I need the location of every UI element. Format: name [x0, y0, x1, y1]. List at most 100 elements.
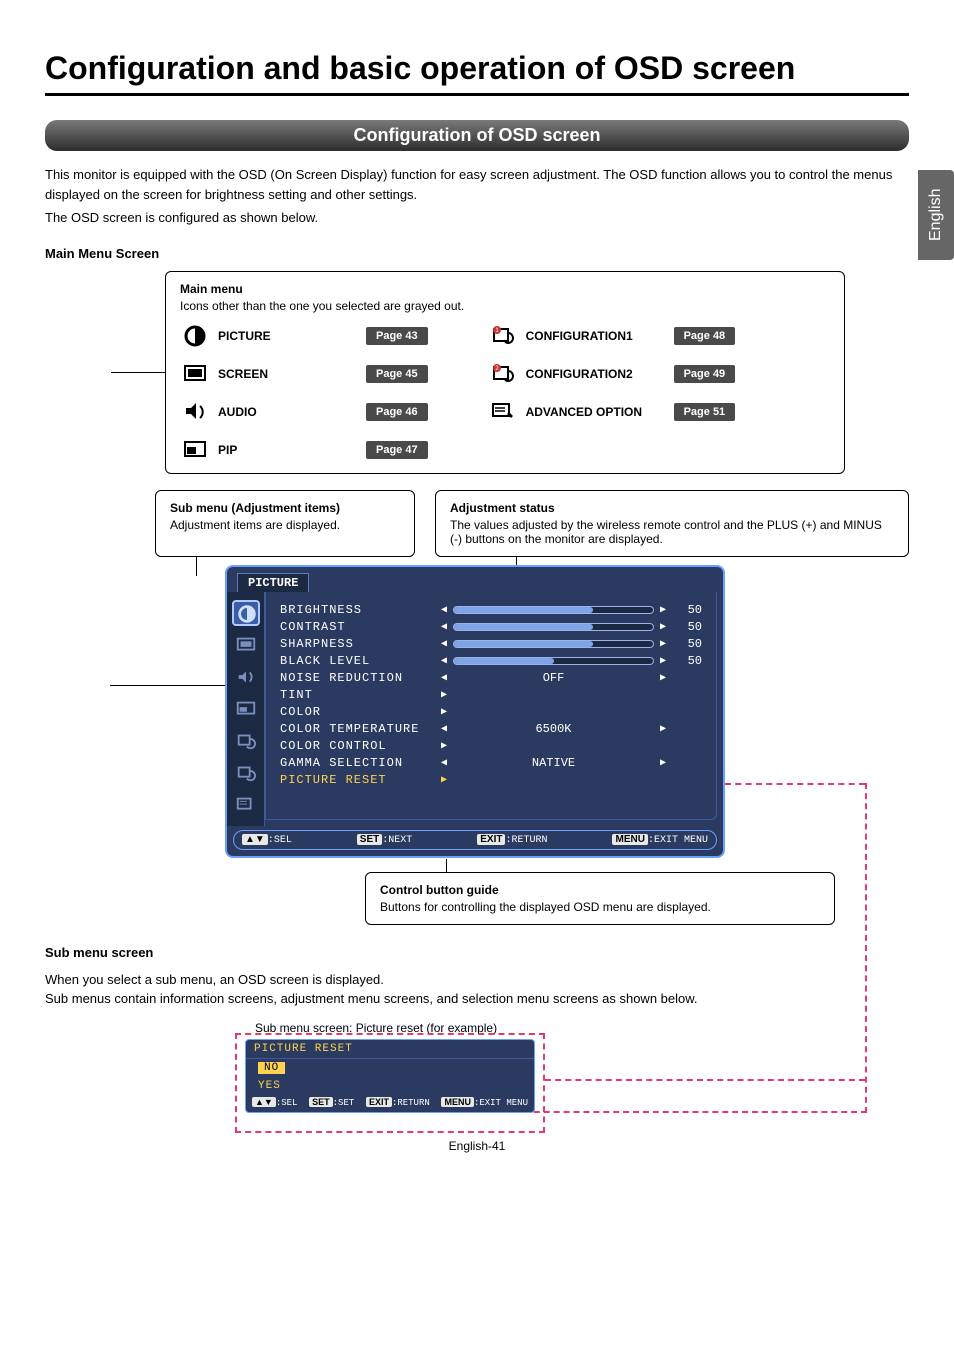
right-arrow-icon: ▶	[441, 706, 447, 718]
osd-row: SHARPNESS◀▶50	[280, 636, 702, 653]
intro-text: This monitor is equipped with the OSD (O…	[45, 165, 909, 228]
adjstatus-callout: Adjustment status The values adjusted by…	[435, 490, 909, 557]
osd-row: COLOR CONTROL▶	[280, 738, 702, 755]
picture-icon	[180, 323, 210, 349]
osd-row: COLOR TEMPERATURE◀6500K▶	[280, 721, 702, 738]
submenu-callout-desc: Adjustment items are displayed.	[170, 518, 400, 532]
side-screen-icon	[234, 634, 258, 656]
osd-row-label: COLOR	[280, 705, 435, 719]
menu-item-config1: 1 CONFIGURATION1 Page 48	[488, 323, 736, 349]
osd-row-label: NOISE REDUCTION	[280, 671, 435, 685]
menu-item-screen: SCREEN Page 45	[180, 361, 428, 387]
osd-slider	[453, 640, 654, 648]
sftr-sel: SEL	[281, 1098, 297, 1108]
menu-item-pip: PIP Page 47	[180, 437, 428, 463]
footer-sel: SEL	[274, 835, 292, 846]
key-updown: ▲▼	[242, 834, 268, 845]
osd-slider	[453, 657, 654, 665]
left-arrow-icon: ◀	[441, 672, 447, 684]
intro-p1: This monitor is equipped with the OSD (O…	[45, 165, 909, 204]
osd-row: GAMMA SELECTION◀NATIVE▶	[280, 755, 702, 772]
adjstatus-callout-desc: The values adjusted by the wireless remo…	[450, 518, 894, 546]
skey-menu: MENU	[441, 1097, 474, 1107]
osd-footer: ▲▼:SEL SET:NEXT EXIT:RETURN MENU:EXIT ME…	[233, 830, 717, 850]
sub-osd-header: PICTURE RESET	[246, 1040, 534, 1059]
right-arrow-icon: ▶	[660, 604, 666, 616]
menu-item-advanced: ADVANCED OPTION Page 51	[488, 399, 736, 425]
sub-osd-footer: ▲▼:SEL SET:SET EXIT:RETURN MENU:EXIT MEN…	[246, 1095, 534, 1110]
osd-row-label: TINT	[280, 688, 435, 702]
submenu-callout-title: Sub menu (Adjustment items)	[170, 501, 400, 515]
side-config1-icon	[234, 730, 258, 752]
advanced-icon	[488, 399, 518, 425]
right-arrow-icon: ▶	[441, 774, 447, 786]
menu-label: ADVANCED OPTION	[526, 405, 666, 419]
osd-slider	[453, 623, 654, 631]
side-config2-icon	[234, 762, 258, 784]
osd-row-label: BLACK LEVEL	[280, 654, 435, 668]
osd-row-label: GAMMA SELECTION	[280, 756, 435, 770]
dashed-connector-h1	[725, 783, 865, 785]
main-menu-callout-desc: Icons other than the one you selected ar…	[180, 299, 830, 313]
osd-select-value: 6500K	[453, 722, 654, 736]
main-menu-callout: Main menu Icons other than the one you s…	[165, 271, 845, 474]
adjstatus-callout-title: Adjustment status	[450, 501, 894, 515]
osd-list: BRIGHTNESS ◀ ▶ 50 CONTRAST ◀ ▶ 50SHARPNESS◀▶50B…	[265, 592, 717, 820]
osd-row: CONTRAST◀▶50	[280, 619, 702, 636]
osd-row: BLACK LEVEL◀▶50	[280, 653, 702, 670]
osd-value: 50	[672, 654, 702, 668]
right-arrow-icon: ▶	[441, 689, 447, 701]
osd-select-value: OFF	[453, 671, 654, 685]
page-badge: Page 51	[674, 403, 736, 421]
sub-menu-p1: When you select a sub menu, an OSD scree…	[45, 970, 909, 990]
page-title: Configuration and basic operation of OSD…	[45, 50, 909, 96]
left-arrow-icon: ◀	[441, 604, 447, 616]
menu-item-audio: AUDIO Page 46	[180, 399, 428, 425]
page-badge: Page 47	[366, 441, 428, 459]
osd-row: NOISE REDUCTION◀OFF▶	[280, 670, 702, 687]
osd-row-label: CONTRAST	[280, 620, 435, 634]
left-arrow-icon: ◀	[441, 655, 447, 667]
main-menu-screen-heading: Main Menu Screen	[45, 246, 909, 261]
osd-row-label: SHARPNESS	[280, 637, 435, 651]
osd-select-value: NATIVE	[453, 756, 654, 770]
dashed-connector-h3	[545, 1079, 865, 1081]
osd-row-label: PICTURE RESET	[280, 773, 435, 787]
sub-osd-no-label: NO	[258, 1062, 285, 1074]
control-button-desc: Buttons for controlling the displayed OS…	[380, 900, 820, 914]
skey-exit: EXIT	[366, 1097, 392, 1107]
main-menu-callout-title: Main menu	[180, 282, 830, 296]
config1-icon: 1	[488, 323, 518, 349]
osd-row-label: BRIGHTNESS	[280, 603, 435, 617]
menu-item-picture: PICTURE Page 43	[180, 323, 428, 349]
osd-tab-picture: PICTURE	[237, 573, 309, 592]
page-badge: Page 43	[366, 327, 428, 345]
menu-label: CONFIGURATION1	[526, 329, 666, 343]
osd-main-screen: PICTURE BRIGHTNESS◀▶50CONTRAST◀▶50SHARPN…	[225, 565, 725, 858]
osd-row: PICTURE RESET ▶	[280, 772, 702, 789]
skey-set: SET	[309, 1097, 333, 1107]
sub-menu-p2: Sub menus contain information screens, a…	[45, 989, 909, 1009]
page-badge: Page 49	[674, 365, 736, 383]
osd-row: COLOR ▶	[280, 704, 702, 721]
side-advanced-icon	[234, 794, 258, 816]
osd-row: BRIGHTNESS◀▶50	[280, 602, 702, 619]
menu-item-config2: 2 CONFIGURATION2 Page 49	[488, 361, 736, 387]
footer-next: NEXT	[388, 835, 412, 846]
side-pip-icon	[234, 698, 258, 720]
menu-label: AUDIO	[218, 405, 358, 419]
sftr-return: RETURN	[397, 1098, 429, 1108]
left-arrow-icon: ◀	[441, 621, 447, 633]
sub-osd-opt-yes: YES	[246, 1077, 534, 1095]
config2-icon: 2	[488, 361, 518, 387]
osd-value: 50	[672, 637, 702, 651]
language-tab: English	[918, 170, 954, 260]
menu-col-left: PICTURE Page 43 SCREEN Page 45 AUDIO Pag…	[180, 323, 428, 463]
menu-label: PIP	[218, 443, 358, 457]
key-menu: MENU	[612, 834, 647, 845]
sftr-exit: EXIT MENU	[479, 1098, 528, 1108]
sftr-set: SET	[338, 1098, 354, 1108]
skey-updown: ▲▼	[252, 1097, 276, 1107]
footer-return: RETURN	[512, 835, 548, 846]
right-arrow-icon: ▶	[660, 723, 666, 735]
